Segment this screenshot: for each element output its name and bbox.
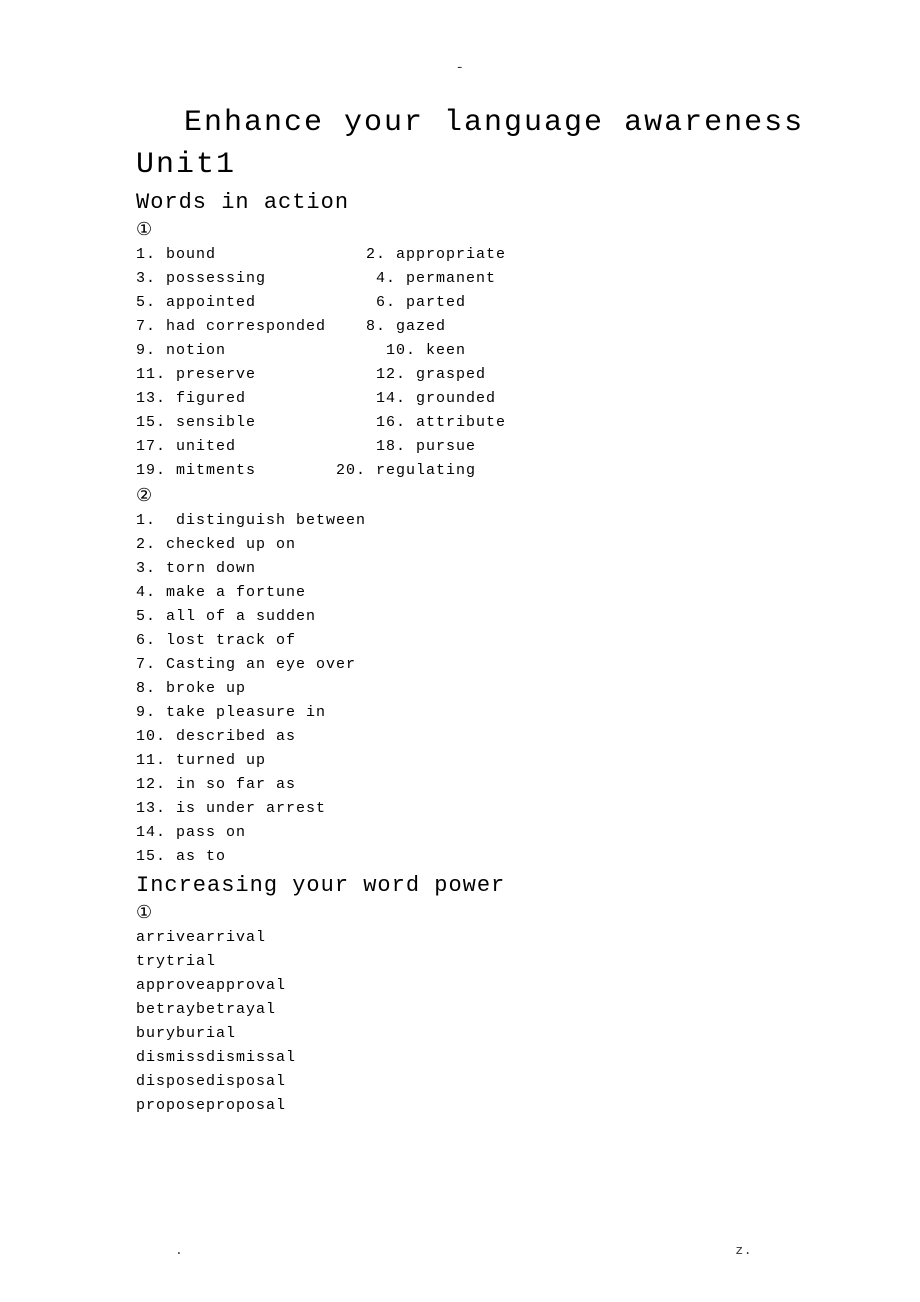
top-marker: - bbox=[0, 60, 920, 76]
word-pair-line: 19. mitments 20. regulating bbox=[136, 459, 810, 483]
footer: . z. bbox=[0, 1243, 920, 1258]
phrase-line: 1. distinguish between bbox=[136, 509, 810, 533]
word-pair-line: 1. bound 2. appropriate bbox=[136, 243, 810, 267]
document-content: Enhance your language awareness Unit1 Wo… bbox=[0, 106, 920, 1118]
phrase-line: 10. described as bbox=[136, 725, 810, 749]
phrase-line: 12. in so far as bbox=[136, 773, 810, 797]
circled-number-3: ① bbox=[136, 902, 810, 924]
footer-left: . bbox=[175, 1243, 183, 1258]
circled-number-1: ① bbox=[136, 219, 810, 241]
phrase-line: 8. broke up bbox=[136, 677, 810, 701]
footer-right: z. bbox=[735, 1243, 752, 1258]
word-form-line: arrivearrival bbox=[136, 926, 810, 950]
phrase-line: 15. as to bbox=[136, 845, 810, 869]
word-pair-line: 11. preserve 12. grasped bbox=[136, 363, 810, 387]
word-pair-line: 9. notion 10. keen bbox=[136, 339, 810, 363]
word-form-line: dismissdismissal bbox=[136, 1046, 810, 1070]
word-pair-line: 15. sensible 16. attribute bbox=[136, 411, 810, 435]
word-form-line: proposeproposal bbox=[136, 1094, 810, 1118]
phrase-line: 13. is under arrest bbox=[136, 797, 810, 821]
word-form-line: approveapproval bbox=[136, 974, 810, 998]
circled-number-2: ② bbox=[136, 485, 810, 507]
phrase-line: 11. turned up bbox=[136, 749, 810, 773]
phrase-line: 4. make a fortune bbox=[136, 581, 810, 605]
word-pair-line: 17. united 18. pursue bbox=[136, 435, 810, 459]
section-words-in-action: Words in action bbox=[136, 190, 810, 215]
word-pair-line: 5. appointed 6. parted bbox=[136, 291, 810, 315]
phrase-line: 6. lost track of bbox=[136, 629, 810, 653]
word-form-line: buryburial bbox=[136, 1022, 810, 1046]
word-pair-line: 7. had corresponded 8. gazed bbox=[136, 315, 810, 339]
phrase-line: 2. checked up on bbox=[136, 533, 810, 557]
main-title: Enhance your language awareness bbox=[136, 106, 810, 140]
unit-title: Unit1 bbox=[136, 148, 810, 182]
word-form-line: betraybetrayal bbox=[136, 998, 810, 1022]
phrase-line: 9. take pleasure in bbox=[136, 701, 810, 725]
section-word-power: Increasing your word power bbox=[136, 873, 810, 898]
word-pair-line: 13. figured 14. grounded bbox=[136, 387, 810, 411]
phrase-line: 3. torn down bbox=[136, 557, 810, 581]
word-pair-line: 3. possessing 4. permanent bbox=[136, 267, 810, 291]
phrase-line: 7. Casting an eye over bbox=[136, 653, 810, 677]
phrase-line: 5. all of a sudden bbox=[136, 605, 810, 629]
word-form-line: disposedisposal bbox=[136, 1070, 810, 1094]
phrase-line: 14. pass on bbox=[136, 821, 810, 845]
word-form-line: trytrial bbox=[136, 950, 810, 974]
